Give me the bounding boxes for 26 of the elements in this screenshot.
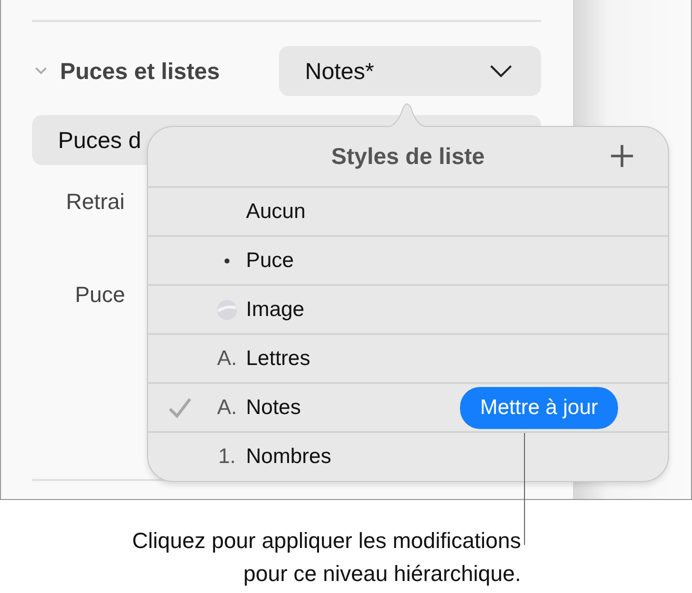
update-button[interactable]: Mettre à jour	[460, 386, 618, 428]
list-style-popup[interactable]: Notes*	[279, 46, 541, 96]
list-style-item[interactable]: Image	[148, 286, 668, 335]
list-style-item[interactable]: A. Lettres	[148, 335, 668, 384]
add-icon[interactable]	[610, 144, 634, 168]
list-style-label: Aucun	[246, 200, 306, 224]
indent-label: Retrai	[66, 189, 125, 215]
list-marker: A.	[217, 346, 237, 370]
popover-title: Styles de liste	[331, 143, 485, 170]
image-bullet-icon	[216, 298, 238, 320]
list-style-label: Lettres	[246, 346, 310, 370]
bullet-label: Puce	[75, 282, 126, 308]
list-style-item[interactable]: Aucun	[148, 188, 668, 237]
list-style-label: Notes	[246, 396, 301, 420]
list-style-item[interactable]: Puce	[148, 237, 668, 286]
list-style-label: Image	[246, 298, 304, 322]
section-title: Puces et listes	[60, 58, 221, 84]
list-style-item[interactable]: 1. Nombres	[148, 433, 668, 480]
bullet-icon	[224, 258, 230, 264]
list-style-label: Nombres	[246, 444, 332, 468]
list-marker: A.	[217, 396, 237, 420]
chevron-down-icon	[489, 64, 513, 78]
list-marker: 1.	[218, 444, 236, 468]
list-style-item[interactable]: A. Notes Mettre à jour	[148, 384, 668, 433]
list-style-label: Puce	[246, 248, 294, 272]
callout-text: Cliquez pour appliquer les modifications pour ce niveau hiérarchique.	[131, 527, 521, 588]
